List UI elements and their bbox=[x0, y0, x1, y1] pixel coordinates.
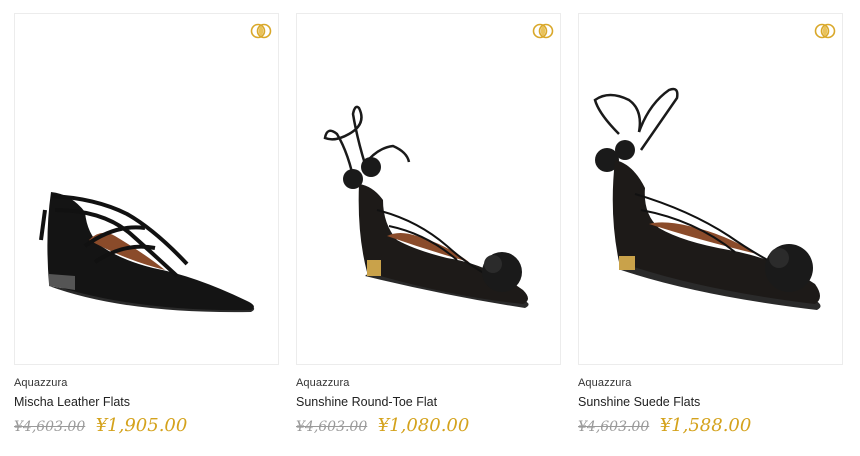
sale-price: ¥1,905.00 bbox=[95, 415, 188, 436]
black-suede-pompom-flat-image bbox=[323, 105, 529, 308]
product-brand: Aquazzura bbox=[296, 377, 350, 389]
compare-rings-icon[interactable] bbox=[814, 23, 836, 39]
product-image[interactable] bbox=[296, 13, 561, 365]
product-brand: Aquazzura bbox=[578, 377, 632, 389]
product-prices: ¥4,603.00 ¥1,588.00 bbox=[578, 415, 843, 436]
product-name-link[interactable]: Sunshine Round-Toe Flat bbox=[296, 395, 561, 409]
product-card[interactable]: Aquazzura Sunshine Round-Toe Flat ¥4,603… bbox=[296, 13, 561, 436]
product-grid: Aquazzura Mischa Leather Flats ¥4,603.00… bbox=[0, 0, 860, 456]
product-prices: ¥4,603.00 ¥1,080.00 bbox=[296, 415, 561, 436]
product-brand: Aquazzura bbox=[14, 377, 68, 389]
product-name-link[interactable]: Mischa Leather Flats bbox=[14, 395, 279, 409]
product-image[interactable] bbox=[578, 13, 843, 365]
product-prices: ¥4,603.00 ¥1,905.00 bbox=[14, 415, 279, 436]
original-price: ¥4,603.00 bbox=[296, 419, 368, 435]
sale-price: ¥1,588.00 bbox=[659, 415, 752, 436]
product-name-link[interactable]: Sunshine Suede Flats bbox=[578, 395, 843, 409]
black-leather-lace-up-flat-image bbox=[39, 192, 255, 313]
original-price: ¥4,603.00 bbox=[14, 419, 86, 435]
black-suede-pompom-flat-image bbox=[593, 87, 821, 310]
product-card[interactable]: Aquazzura Mischa Leather Flats ¥4,603.00… bbox=[14, 13, 279, 436]
sale-price: ¥1,080.00 bbox=[377, 415, 470, 436]
original-price: ¥4,603.00 bbox=[578, 419, 650, 435]
compare-rings-icon[interactable] bbox=[250, 23, 272, 39]
product-card[interactable]: Aquazzura Sunshine Suede Flats ¥4,603.00… bbox=[578, 13, 843, 436]
compare-rings-icon[interactable] bbox=[532, 23, 554, 39]
product-image[interactable] bbox=[14, 13, 279, 365]
